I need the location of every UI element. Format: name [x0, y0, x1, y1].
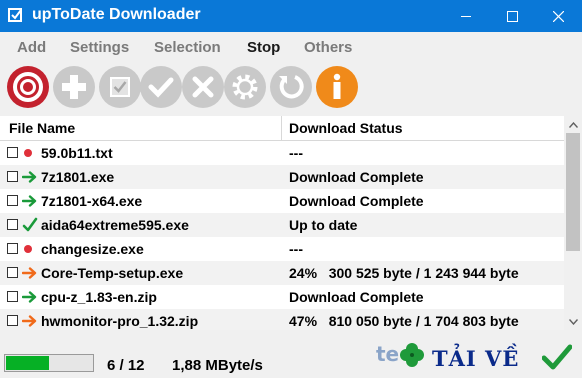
- file-name: 7z1801.exe: [41, 169, 115, 185]
- download-status: 24% 300 525 byte / 1 243 944 byte: [289, 265, 519, 281]
- download-status: Download Complete: [289, 169, 424, 185]
- maximize-icon: [506, 10, 518, 22]
- check-icon: [148, 77, 174, 98]
- green-check-icon: [22, 217, 38, 233]
- refresh-button[interactable]: [270, 66, 312, 108]
- orange-arrow-icon: [21, 265, 38, 281]
- row-checkbox[interactable]: [7, 243, 18, 254]
- minimize-icon: [461, 15, 471, 17]
- add-button[interactable]: [53, 66, 95, 108]
- scroll-up-button[interactable]: [564, 116, 582, 133]
- red-dot-icon: [22, 145, 38, 161]
- download-status: Download Complete: [289, 289, 424, 305]
- file-name: changesize.exe: [41, 241, 144, 257]
- chevron-down-icon: [568, 318, 578, 325]
- app-check-icon: [8, 8, 22, 22]
- file-table: File Name Download Status 59.0b11.txt ---…: [0, 116, 582, 330]
- table-row[interactable]: Core-Temp-setup.exe 24% 300 525 byte / 1 …: [0, 261, 564, 285]
- minimize-button[interactable]: [443, 0, 489, 32]
- file-name: hwmonitor-pro_1.32.zip: [41, 313, 199, 329]
- menu-selection[interactable]: Selection: [154, 39, 221, 56]
- row-checkbox[interactable]: [7, 267, 18, 278]
- file-name: cpu-z_1.83-en.zip: [41, 289, 157, 305]
- check-button[interactable]: [140, 66, 182, 108]
- orange-arrow-icon: [21, 313, 38, 329]
- download-speed: 1,88 MByte/s: [172, 357, 263, 374]
- row-checkbox[interactable]: [7, 171, 18, 182]
- download-status: ---: [289, 145, 303, 161]
- cancel-button[interactable]: [182, 66, 224, 108]
- settings-gear-icon: [232, 74, 258, 100]
- select-all-button[interactable]: [99, 66, 141, 108]
- column-divider[interactable]: [281, 116, 282, 140]
- file-name: Core-Temp-setup.exe: [41, 265, 184, 281]
- green-arrow-icon: [21, 289, 38, 305]
- table-row[interactable]: 59.0b11.txt ---: [0, 141, 564, 165]
- file-name: aida64extreme595.exe: [41, 217, 189, 233]
- title-bar: upToDate Downloader: [0, 0, 582, 32]
- watermark-prefix: te: [376, 342, 400, 366]
- info-icon: [333, 73, 341, 99]
- table-row[interactable]: 7z1801-x64.exe Download Complete: [0, 189, 564, 213]
- row-checkbox[interactable]: [7, 147, 18, 158]
- watermark-text: TẢI VỀ: [432, 346, 520, 371]
- file-name: 59.0b11.txt: [41, 145, 113, 161]
- red-dot-icon: [22, 241, 38, 257]
- download-status: Up to date: [289, 217, 358, 233]
- menu-stop[interactable]: Stop: [247, 39, 280, 56]
- column-download-status[interactable]: Download Status: [289, 120, 403, 136]
- clover-icon: [400, 343, 424, 367]
- green-arrow-icon: [21, 169, 38, 185]
- table-row[interactable]: changesize.exe ---: [0, 237, 564, 261]
- row-checkbox[interactable]: [7, 195, 18, 206]
- row-checkbox[interactable]: [7, 219, 18, 230]
- status-bar: 6 / 12 1,88 MByte/s te TẢI VỀ: [0, 330, 582, 378]
- green-arrow-icon: [21, 193, 38, 209]
- info-button[interactable]: [316, 66, 358, 108]
- close-icon: [552, 10, 564, 22]
- progress-bar: [4, 354, 94, 372]
- vertical-scrollbar[interactable]: [564, 116, 582, 330]
- select-all-icon: [110, 77, 130, 97]
- file-name: 7z1801-x64.exe: [41, 193, 143, 209]
- table-row[interactable]: cpu-z_1.83-en.zip Download Complete: [0, 285, 564, 309]
- cancel-icon: [192, 76, 214, 98]
- maximize-button[interactable]: [489, 0, 535, 32]
- add-icon: [62, 75, 86, 99]
- table-row[interactable]: 7z1801.exe Download Complete: [0, 165, 564, 189]
- table-header: File Name Download Status: [0, 116, 564, 141]
- scrollbar-thumb[interactable]: [566, 133, 580, 251]
- menu-settings[interactable]: Settings: [70, 39, 129, 56]
- row-checkbox[interactable]: [7, 315, 18, 326]
- chevron-up-icon: [568, 121, 578, 128]
- toolbar: [0, 62, 582, 116]
- file-count: 6 / 12: [107, 357, 145, 374]
- window-title: upToDate Downloader: [32, 6, 201, 23]
- table-row[interactable]: aida64extreme595.exe Up to date: [0, 213, 564, 237]
- scroll-down-button[interactable]: [564, 313, 582, 330]
- column-file-name[interactable]: File Name: [9, 120, 75, 136]
- progress-fill: [6, 356, 49, 370]
- stop-button[interactable]: [7, 66, 49, 108]
- settings-button[interactable]: [224, 66, 266, 108]
- menu-bar: Add Settings Selection Stop Others: [0, 32, 582, 62]
- row-checkbox[interactable]: [7, 291, 18, 302]
- download-status: 47% 810 050 byte / 1 704 803 byte: [289, 313, 519, 329]
- green-check-icon: [542, 344, 572, 370]
- stop-icon: [13, 72, 43, 102]
- download-status: Download Complete: [289, 193, 424, 209]
- download-status: ---: [289, 241, 303, 257]
- table-row[interactable]: hwmonitor-pro_1.32.zip 47% 810 050 byte /…: [0, 309, 564, 330]
- close-button[interactable]: [535, 0, 581, 32]
- menu-add[interactable]: Add: [17, 39, 46, 56]
- menu-others[interactable]: Others: [304, 39, 352, 56]
- taive-watermark: te TẢI VỀ: [376, 336, 582, 378]
- refresh-icon: [279, 75, 304, 99]
